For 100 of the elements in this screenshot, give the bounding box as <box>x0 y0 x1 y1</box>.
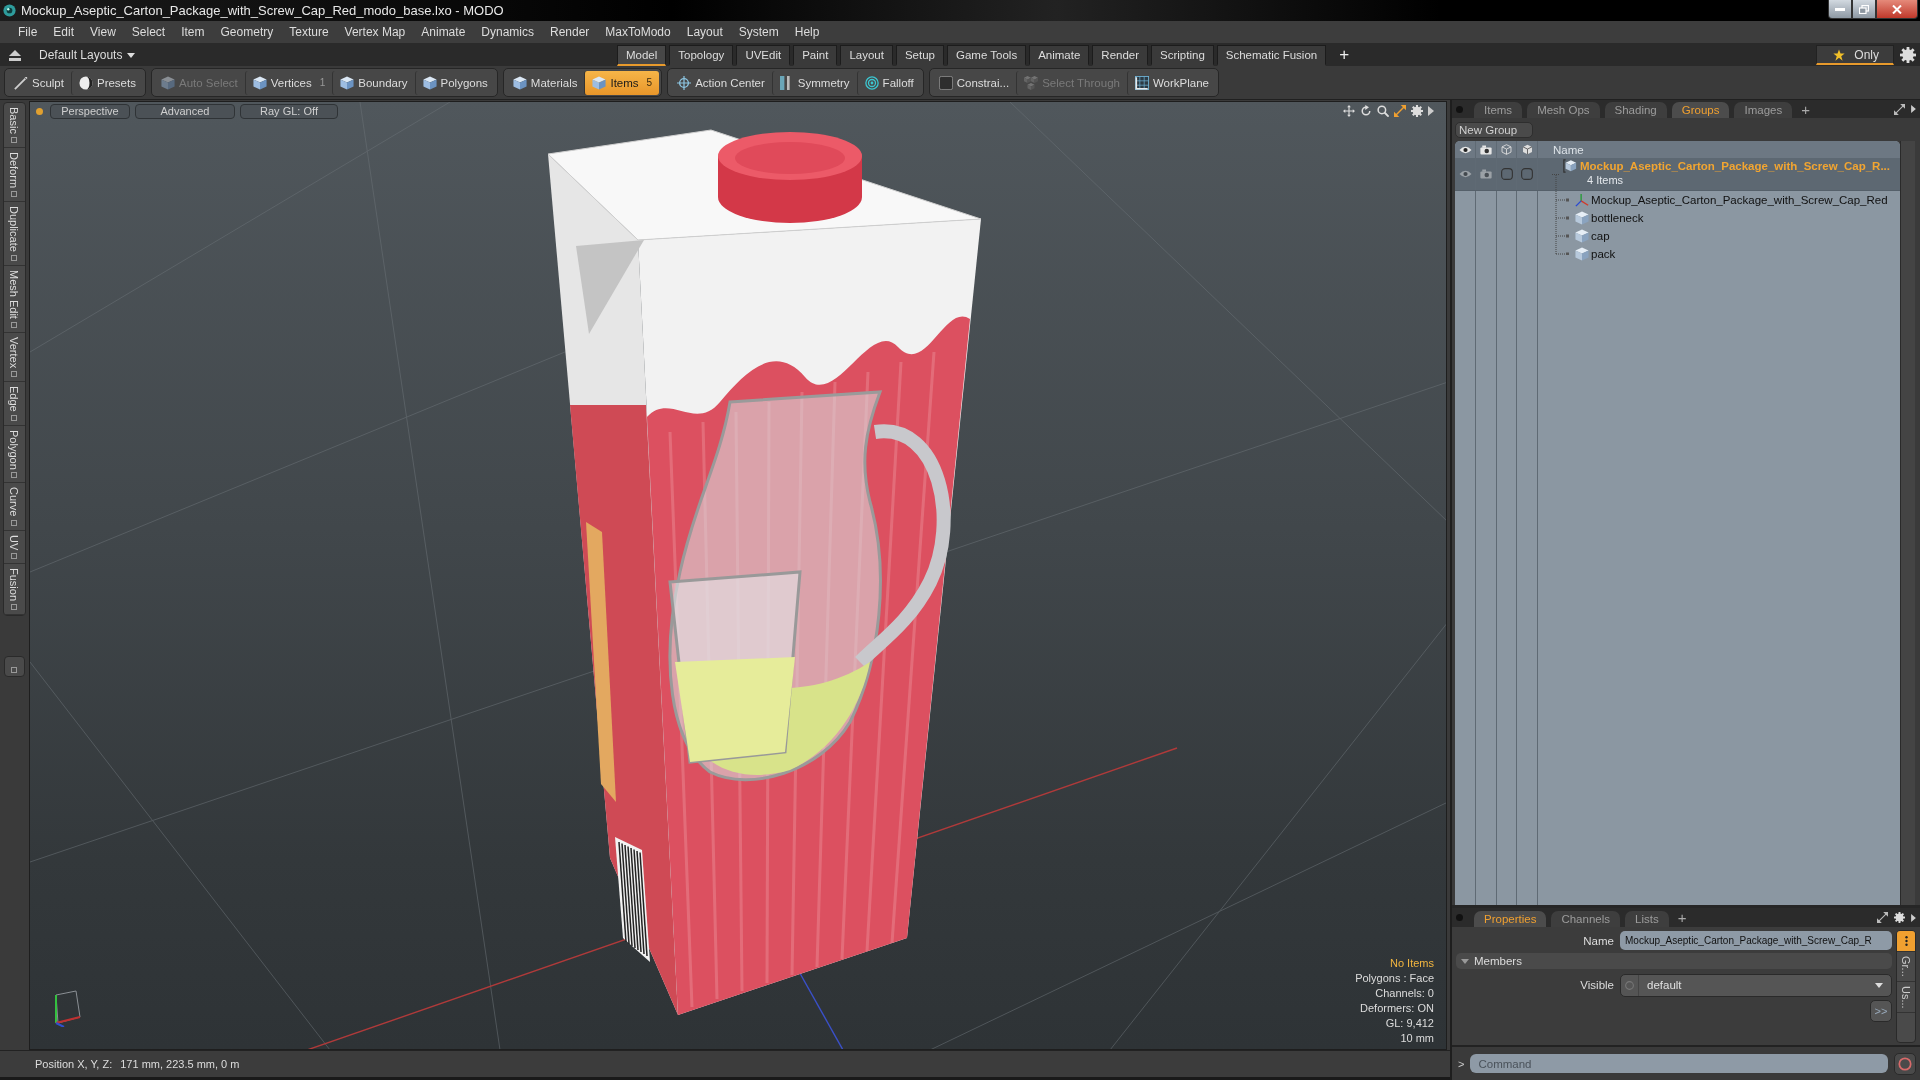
triangle-icon[interactable] <box>1911 105 1916 113</box>
layout-tab[interactable]: Layout <box>840 44 893 66</box>
tool-tab[interactable]: Vertex <box>3 332 25 382</box>
layout-tab[interactable]: Topology <box>669 44 734 66</box>
rotate-icon[interactable] <box>1360 105 1372 117</box>
tool-tab[interactable]: Curve <box>3 483 25 531</box>
menu-item[interactable]: Help <box>786 23 828 41</box>
status-dot-icon[interactable] <box>36 107 43 115</box>
add-tab-button[interactable]: + <box>1797 100 1814 118</box>
tool-button[interactable]: Symmetry <box>771 70 857 95</box>
close-button[interactable] <box>1876 0 1918 19</box>
zoom-icon[interactable] <box>1377 105 1389 117</box>
menu-item[interactable]: Select <box>123 23 174 41</box>
menu-tab[interactable] <box>1897 931 1915 952</box>
layout-tab[interactable]: Paint <box>793 44 838 66</box>
panel-tab[interactable]: Images <box>1734 102 1793 118</box>
menu-item[interactable]: Animate <box>413 23 474 41</box>
viewport[interactable]: Perspective Advanced Ray GL: Off No Items Polygons : Face Channels: 0 Deformers: ON GL: 9,412 10 mm <box>29 101 1447 1050</box>
menu-item[interactable]: Vertex Map <box>336 23 414 41</box>
toggle-button[interactable] <box>3 656 25 678</box>
layout-tab[interactable]: UVEdit <box>736 44 791 66</box>
menu-item[interactable]: Texture <box>281 23 337 41</box>
panel-tab[interactable]: Lists <box>1625 911 1669 927</box>
menu-item[interactable]: Geometry <box>212 23 282 41</box>
restore-button[interactable] <box>1852 0 1876 19</box>
view-option-button[interactable]: Ray GL: Off <box>240 103 338 119</box>
section-header[interactable]: Members <box>1456 953 1892 969</box>
layout-tab[interactable]: Model <box>617 44 667 66</box>
view-option-button[interactable]: Perspective <box>50 103 130 119</box>
group-row[interactable]: Mockup_Aseptic_Carton_Package_with_Screw_Cap_R... 4 Items <box>1455 158 1900 191</box>
add-tab-button[interactable]: + <box>1329 44 1360 66</box>
settings-icon <box>1900 47 1916 63</box>
minimize-button[interactable] <box>1828 0 1852 19</box>
tool-button[interactable]: Falloff <box>856 70 921 95</box>
settings-button[interactable] <box>1900 47 1916 63</box>
visible-dropdown[interactable]: default <box>1620 973 1892 997</box>
layout-tab[interactable]: Render <box>1092 44 1149 66</box>
side-tab[interactable]: Us... <box>1897 981 1915 1014</box>
triangle-icon[interactable] <box>1911 913 1916 922</box>
tool-tab[interactable]: Edge <box>3 381 25 426</box>
only-toggle[interactable]: Only <box>1816 45 1894 65</box>
record-button[interactable] <box>1894 1052 1916 1075</box>
tool-button[interactable]: Boundary <box>332 70 415 95</box>
panel-tab[interactable]: Properties <box>1474 911 1547 927</box>
menu-item[interactable]: MaxToModo <box>597 23 679 41</box>
scrollbar[interactable] <box>1900 141 1915 905</box>
expand-icon[interactable] <box>1894 103 1905 115</box>
triangle-icon[interactable] <box>1428 106 1434 116</box>
settings-icon[interactable] <box>1411 105 1423 117</box>
tool-tab[interactable]: Polygon <box>3 425 25 484</box>
tool-button[interactable]: Vertices 1 <box>244 70 333 95</box>
tool-tab[interactable]: UV <box>3 530 25 565</box>
menu-item[interactable]: Item <box>173 23 213 41</box>
move-icon[interactable] <box>1343 105 1355 117</box>
layouts-dropdown[interactable]: Default Layouts <box>39 48 136 62</box>
tool-tab[interactable]: Mesh Edit <box>3 265 25 333</box>
panel-tab[interactable]: Groups <box>1671 102 1730 118</box>
tool-button[interactable]: Polygons <box>414 70 495 95</box>
tool-button[interactable]: Action Center <box>670 70 772 95</box>
menu-item[interactable]: Layout <box>678 23 731 41</box>
panel-tab[interactable]: Mesh Ops <box>1527 102 1600 118</box>
panel-tab[interactable]: Items <box>1474 102 1523 118</box>
expand-icon[interactable] <box>1877 912 1888 923</box>
camera-icon <box>1480 169 1492 179</box>
menu-item[interactable]: View <box>82 23 124 41</box>
view-option-button[interactable]: Advanced <box>135 103 235 119</box>
name-field[interactable]: Mockup_Aseptic_Carton_Package_with_Screw_Cap_R <box>1620 931 1892 950</box>
tool-tab[interactable]: Duplicate <box>3 201 25 266</box>
tool-tab[interactable]: Fusion <box>3 564 25 616</box>
layout-tab[interactable]: Schematic Fusion <box>1216 44 1327 66</box>
new-group-button[interactable]: New Group <box>1455 121 1533 138</box>
panel-tab[interactable]: Channels <box>1551 911 1620 927</box>
close-icon <box>1892 4 1902 14</box>
menu-item[interactable]: Render <box>542 23 598 41</box>
tool-tab[interactable]: Basic <box>3 103 25 148</box>
column-header[interactable]: Name <box>1553 143 1584 156</box>
cube-icon <box>340 75 355 90</box>
settings-icon[interactable] <box>1894 912 1905 923</box>
layout-tab[interactable]: Animate <box>1029 44 1090 66</box>
panel-tab[interactable]: Shading <box>1604 102 1667 118</box>
collapse-button[interactable] <box>9 49 21 61</box>
tool-button[interactable]: Presets <box>70 70 143 95</box>
menu-item[interactable]: Dynamics <box>473 23 542 41</box>
layout-tab[interactable]: Game Tools <box>947 44 1027 66</box>
side-tab[interactable]: Gr... <box>1897 952 1915 982</box>
app-logo-icon <box>3 4 16 17</box>
tool-tab[interactable]: Deform <box>3 147 25 202</box>
tool-button[interactable]: Constrai... <box>931 70 1017 95</box>
menu-item[interactable]: System <box>730 23 787 41</box>
command-field[interactable]: Command <box>1470 1054 1888 1073</box>
tool-button[interactable]: Materials <box>505 70 585 95</box>
menu-item[interactable]: Edit <box>45 23 83 41</box>
layout-tab[interactable]: Setup <box>895 44 944 66</box>
tool-button[interactable]: Items 5 <box>584 70 660 95</box>
menu-item[interactable]: File <box>10 23 46 41</box>
add-tab-button[interactable]: + <box>1673 909 1691 926</box>
layout-tab[interactable]: Scripting <box>1151 44 1214 66</box>
tool-button[interactable]: WorkPlane <box>1126 70 1216 95</box>
tool-button[interactable]: Sculpt <box>7 70 71 95</box>
maximize-icon[interactable] <box>1394 105 1406 117</box>
